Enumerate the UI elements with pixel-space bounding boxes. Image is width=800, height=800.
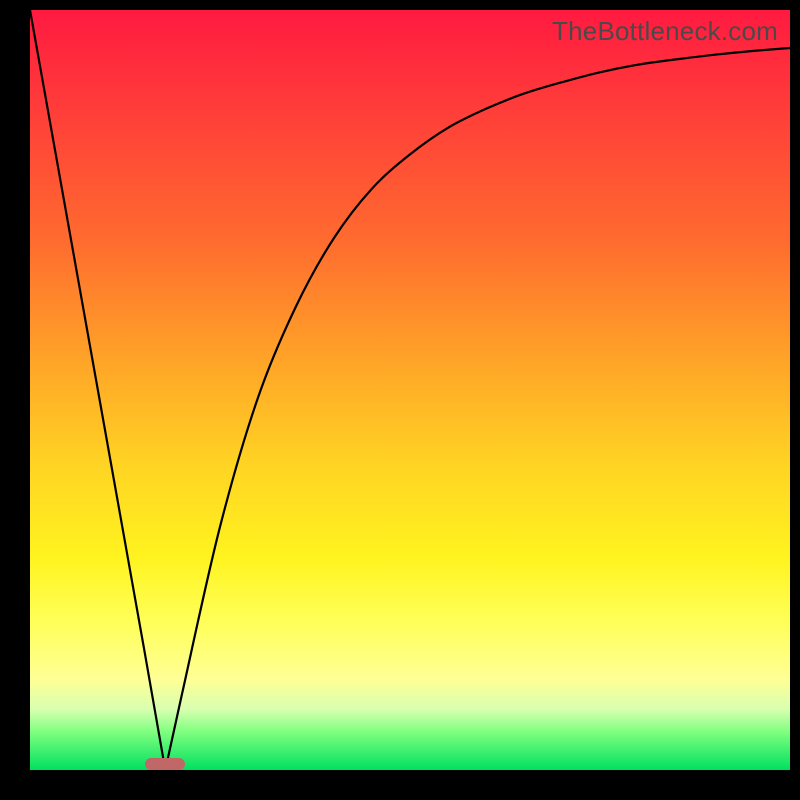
chart-frame: TheBottleneck.com — [0, 0, 800, 800]
curve-path — [30, 10, 790, 770]
plot-area: TheBottleneck.com — [30, 10, 790, 770]
optimal-marker — [145, 758, 185, 770]
bottleneck-curve — [30, 10, 790, 770]
